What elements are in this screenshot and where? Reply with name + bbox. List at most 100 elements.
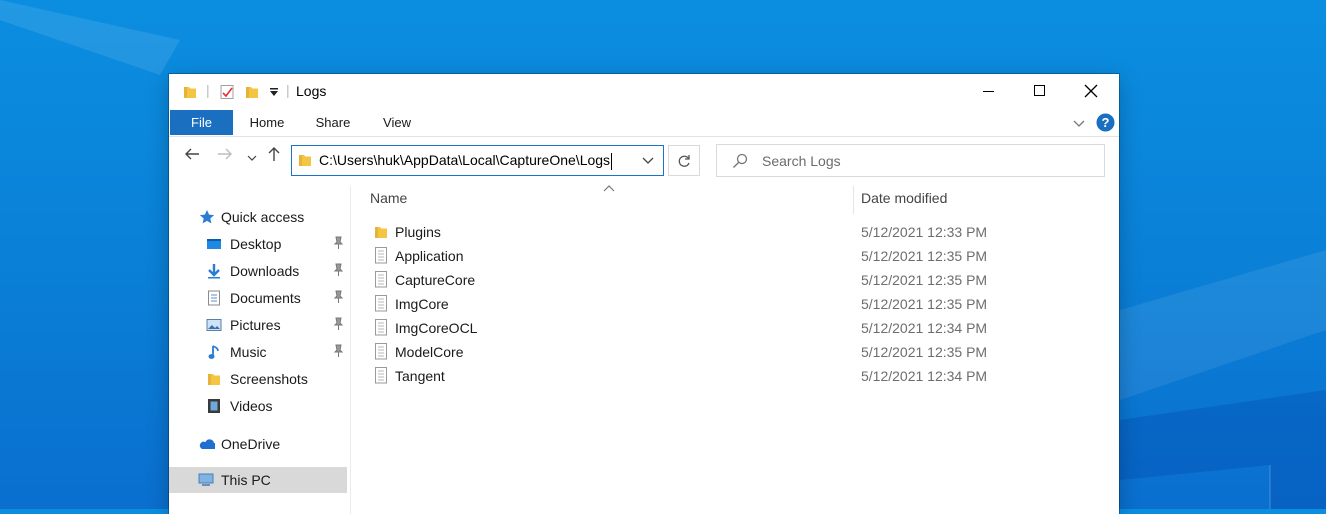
sidebar-item-label: Quick access	[221, 209, 305, 225]
properties-icon[interactable]	[219, 84, 235, 100]
address-bar[interactable]: C:\Users\huk\AppData\Local\CaptureOne\Lo…	[291, 145, 664, 176]
text-file-icon	[374, 319, 390, 337]
file-row-plugins[interactable]: Plugins 5/12/2021 12:33 PM	[369, 220, 1109, 244]
maximize-icon	[1034, 85, 1045, 96]
file-name: Tangent	[395, 368, 445, 384]
text-file-icon	[374, 295, 390, 313]
column-header-date-modified[interactable]: Date modified	[861, 190, 947, 206]
sidebar-item-quick-access[interactable]: Quick access	[169, 204, 350, 230]
file-name: Plugins	[395, 224, 441, 240]
close-button[interactable]	[1068, 74, 1114, 108]
forward-icon[interactable]	[217, 146, 233, 167]
videos-icon	[205, 397, 223, 415]
sidebar-item-label: Pictures	[230, 317, 281, 333]
sidebar-item-label: Screenshots	[230, 371, 308, 387]
sidebar-item-downloads[interactable]: Downloads	[169, 258, 350, 284]
tab-view[interactable]: View	[373, 110, 421, 135]
sort-ascending-icon	[603, 180, 615, 196]
search-box[interactable]: Search Logs	[716, 144, 1105, 177]
refresh-button[interactable]	[668, 145, 700, 176]
sidebar-item-label: Downloads	[230, 263, 300, 279]
computer-icon	[197, 471, 215, 489]
column-divider[interactable]	[853, 186, 854, 214]
search-placeholder[interactable]: Search Logs	[762, 153, 841, 169]
address-dropdown-icon[interactable]	[633, 146, 663, 175]
file-row-imgcoreocl[interactable]: ImgCoreOCL 5/12/2021 12:34 PM	[369, 316, 1109, 340]
onedrive-icon	[197, 435, 215, 453]
text-file-icon	[374, 367, 390, 385]
file-row-capturecore[interactable]: CaptureCore 5/12/2021 12:35 PM	[369, 268, 1109, 292]
file-date: 5/12/2021 12:33 PM	[861, 224, 988, 240]
file-name: Application	[395, 248, 464, 264]
sidebar-item-videos[interactable]: Videos	[169, 393, 350, 419]
sidebar-item-screenshots[interactable]: Screenshots	[169, 366, 350, 392]
file-date: 5/12/2021 12:35 PM	[861, 296, 988, 312]
folder-icon	[374, 223, 390, 241]
sidebar-item-pictures[interactable]: Pictures	[169, 312, 350, 338]
sidebar-item-onedrive[interactable]: OneDrive	[169, 431, 350, 457]
title-bar: | | Logs	[169, 74, 1119, 110]
address-path[interactable]: C:\Users\huk\AppData\Local\CaptureOne\Lo…	[319, 152, 610, 168]
refresh-icon	[678, 154, 690, 167]
file-date: 5/12/2021 12:35 PM	[861, 272, 988, 288]
pictures-icon	[205, 316, 223, 334]
file-name: ImgCoreOCL	[395, 320, 478, 336]
folder-icon	[183, 84, 197, 100]
tab-share[interactable]: Share	[307, 110, 359, 135]
sidebar-item-label: Desktop	[230, 236, 282, 252]
new-folder-icon[interactable]	[245, 84, 259, 100]
svg-text:?: ?	[1102, 115, 1110, 130]
help-icon[interactable]: ?	[1096, 113, 1115, 135]
text-caret	[611, 152, 613, 170]
pin-icon	[332, 236, 344, 253]
recent-locations-icon[interactable]	[247, 150, 257, 168]
expand-ribbon-icon[interactable]	[1072, 116, 1086, 132]
text-file-icon	[374, 247, 390, 265]
file-date: 5/12/2021 12:35 PM	[861, 344, 988, 360]
file-name: CaptureCore	[395, 272, 476, 288]
file-date: 5/12/2021 12:34 PM	[861, 320, 988, 336]
file-date: 5/12/2021 12:34 PM	[861, 368, 988, 384]
pin-icon	[332, 317, 344, 334]
pin-icon	[332, 344, 344, 361]
desktop-icon	[205, 235, 223, 253]
sidebar-item-this-pc[interactable]: This PC	[169, 467, 347, 493]
text-file-icon	[374, 271, 390, 289]
folder-icon	[205, 370, 223, 388]
minimize-icon	[983, 91, 994, 92]
window-title: Logs	[296, 83, 327, 99]
column-header-name[interactable]: Name	[370, 190, 407, 206]
download-icon	[205, 262, 223, 280]
file-name: ModelCore	[395, 344, 464, 360]
separator: |	[286, 82, 290, 98]
tab-home[interactable]: Home	[239, 110, 295, 135]
file-row-modelcore[interactable]: ModelCore 5/12/2021 12:35 PM	[369, 340, 1109, 364]
folder-icon	[298, 153, 312, 170]
tab-file[interactable]: File	[170, 110, 233, 135]
up-icon[interactable]	[267, 146, 281, 167]
back-icon[interactable]	[184, 146, 200, 167]
file-row-application[interactable]: Application 5/12/2021 12:35 PM	[369, 244, 1109, 268]
sidebar-item-music[interactable]: Music	[169, 339, 350, 365]
sidebar-item-label: Documents	[230, 290, 301, 306]
pin-icon	[332, 263, 344, 280]
sidebar-item-desktop[interactable]: Desktop	[169, 231, 350, 257]
close-icon	[1084, 84, 1098, 98]
file-row-imgcore[interactable]: ImgCore 5/12/2021 12:35 PM	[369, 292, 1109, 316]
ribbon-tabs: File Home Share View ?	[169, 110, 1119, 137]
file-date: 5/12/2021 12:35 PM	[861, 248, 988, 264]
maximize-button[interactable]	[1017, 74, 1063, 108]
search-icon	[732, 153, 748, 172]
sidebar-item-label: Music	[230, 344, 267, 360]
star-icon	[198, 208, 216, 226]
documents-icon	[205, 289, 223, 307]
sidebar-item-label: This PC	[221, 472, 271, 488]
minimize-button[interactable]	[966, 74, 1012, 108]
separator: |	[206, 82, 210, 98]
customize-quick-access-icon[interactable]	[268, 84, 280, 100]
pin-icon	[332, 290, 344, 307]
text-file-icon	[374, 343, 390, 361]
file-row-tangent[interactable]: Tangent 5/12/2021 12:34 PM	[369, 364, 1109, 388]
sidebar-item-label: OneDrive	[221, 436, 281, 452]
sidebar-item-documents[interactable]: Documents	[169, 285, 350, 311]
